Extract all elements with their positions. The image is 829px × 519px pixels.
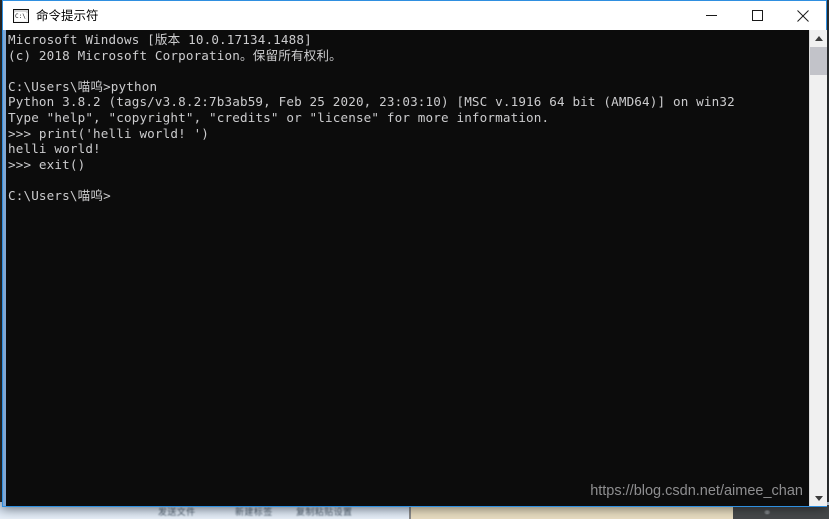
window-controls[interactable] [688, 1, 826, 30]
watermark-url: https://blog.csdn.net/aimee_chan [590, 483, 803, 499]
window-title: 命令提示符 [36, 8, 99, 23]
command-prompt-window[interactable]: 命令提示符 Microsoft Windows [版本 10.0.17 [2, 0, 827, 507]
minimize-button[interactable] [688, 1, 734, 30]
close-button[interactable] [780, 1, 826, 30]
background-panel-tan [409, 505, 735, 519]
scrollbar-track[interactable] [810, 75, 827, 489]
scrollbar-thumb[interactable] [810, 47, 827, 75]
command-prompt-icon [13, 8, 29, 23]
background-panel-glyph: ⚭ [763, 508, 772, 519]
scroll-up-arrow-icon[interactable] [810, 30, 827, 47]
background-panel-dark [733, 505, 829, 519]
maximize-icon [751, 10, 763, 21]
scroll-down-arrow-icon[interactable] [810, 489, 827, 506]
console-output-area[interactable]: Microsoft Windows [版本 10.0.17134.1488] (… [3, 30, 826, 506]
minimize-icon [705, 15, 717, 16]
chevron-up-icon [814, 35, 823, 41]
maximize-button[interactable] [734, 1, 780, 30]
close-icon [797, 9, 809, 22]
console-text: Microsoft Windows [版本 10.0.17134.1488] (… [8, 32, 735, 203]
console-scrollbar[interactable] [809, 30, 827, 506]
chevron-down-icon [814, 495, 823, 501]
title-bar[interactable]: 命令提示符 [3, 1, 826, 30]
